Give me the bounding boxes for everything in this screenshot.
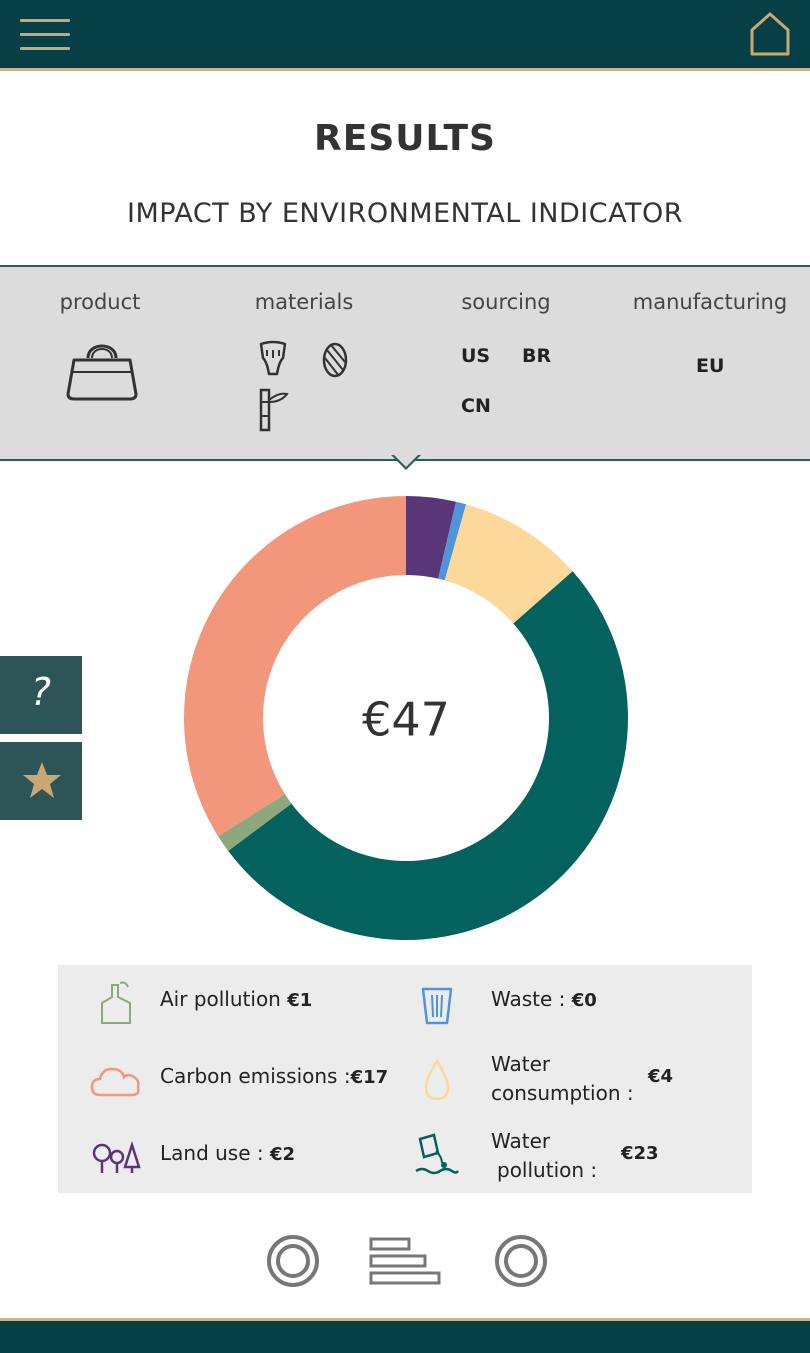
panel-pointer-fill bbox=[393, 454, 419, 467]
legend-value: €1 bbox=[287, 990, 313, 1011]
favorite-button[interactable] bbox=[0, 742, 82, 820]
home-icon[interactable] bbox=[748, 10, 792, 58]
yarn-icon[interactable] bbox=[318, 340, 352, 380]
cloud-icon bbox=[90, 1067, 140, 1097]
legend-item-carbon-emissions[interactable]: Carbon emissions :€17 bbox=[160, 1064, 388, 1088]
bottom-bar bbox=[0, 1318, 810, 1353]
legend-item-water-pollution[interactable]: Water pollution : bbox=[491, 1127, 597, 1185]
tab-materials[interactable]: materials bbox=[240, 290, 368, 314]
handbag-icon[interactable] bbox=[64, 336, 140, 402]
legend-label-line2: pollution : bbox=[497, 1158, 598, 1182]
leather-icon[interactable] bbox=[257, 340, 289, 378]
bar-view-icon[interactable] bbox=[368, 1236, 442, 1286]
tab-product[interactable]: product bbox=[40, 290, 160, 314]
total-cost-label: €47 bbox=[362, 693, 450, 747]
legend-label-line1: Water bbox=[491, 1052, 551, 1076]
water-pollution-icon bbox=[415, 1133, 460, 1175]
legend-value-water-consumption: €4 bbox=[648, 1066, 674, 1087]
trash-bin-icon bbox=[421, 987, 453, 1025]
help-label: ? bbox=[30, 670, 52, 714]
factory-icon bbox=[101, 981, 131, 1024]
donut-alt-view-icon[interactable] bbox=[494, 1234, 548, 1288]
legend-label-line2: consumption : bbox=[491, 1081, 634, 1105]
legend-item-waste[interactable]: Waste : €0 bbox=[491, 987, 597, 1011]
bamboo-icon[interactable] bbox=[255, 388, 291, 432]
tab-sourcing[interactable]: sourcing bbox=[446, 290, 566, 314]
tab-manufacturing[interactable]: manufacturing bbox=[620, 290, 800, 314]
legend-value-water-pollution: €23 bbox=[621, 1143, 659, 1164]
page-title: RESULTS bbox=[314, 118, 496, 159]
legend-panel: Air pollution €1 Waste : €0 Carbon emiss… bbox=[58, 965, 752, 1193]
legend-item-air-pollution[interactable]: Air pollution €1 bbox=[160, 987, 312, 1011]
donut-slice-carbon-emissions[interactable] bbox=[184, 496, 406, 837]
legend-value: €17 bbox=[350, 1067, 389, 1088]
page-subtitle: IMPACT BY ENVIRONMENTAL INDICATOR bbox=[127, 198, 683, 229]
help-button[interactable]: ? bbox=[0, 656, 82, 734]
top-bar bbox=[0, 0, 810, 71]
legend-value: €0 bbox=[571, 990, 597, 1011]
hamburger-menu-icon[interactable] bbox=[20, 17, 70, 53]
legend-label-line1: Water bbox=[491, 1129, 551, 1153]
sourcing-code-br[interactable]: BR bbox=[522, 345, 551, 367]
sourcing-code-cn[interactable]: CN bbox=[461, 395, 491, 417]
legend-label: Air pollution bbox=[160, 987, 281, 1011]
legend-label: Land use : bbox=[160, 1141, 264, 1165]
legend-value: €2 bbox=[269, 1144, 296, 1165]
manufacturing-code-eu[interactable]: EU bbox=[696, 355, 724, 377]
legend-label: Carbon emissions : bbox=[160, 1064, 351, 1088]
legend-label: Waste : bbox=[491, 987, 566, 1011]
trees-icon bbox=[92, 1140, 141, 1173]
legend-item-land-use[interactable]: Land use : €2 bbox=[160, 1141, 295, 1165]
legend-item-water-consumption[interactable]: Water consumption : bbox=[491, 1050, 634, 1108]
water-drop-icon bbox=[424, 1059, 450, 1101]
impact-donut-chart[interactable]: €47 bbox=[183, 495, 629, 941]
sourcing-code-us[interactable]: US bbox=[461, 345, 490, 367]
star-icon bbox=[23, 762, 61, 798]
donut-view-icon[interactable] bbox=[266, 1234, 320, 1288]
